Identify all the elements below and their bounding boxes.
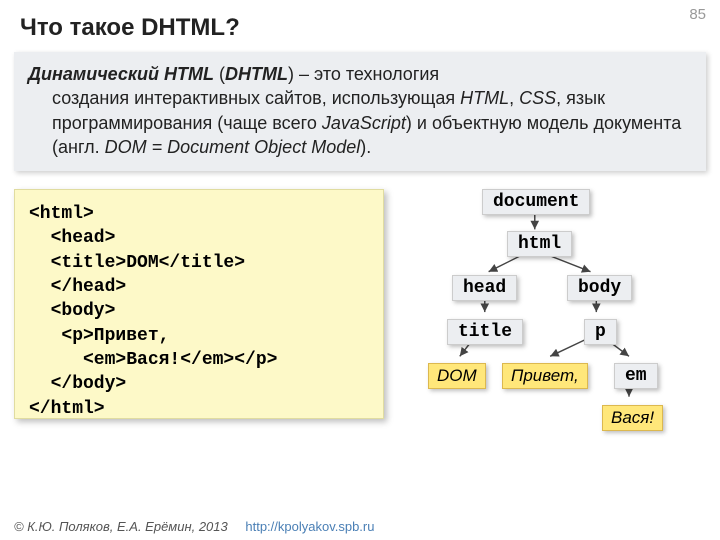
desc-paren: DHTML	[225, 64, 288, 84]
desc-text: ).	[360, 137, 371, 157]
desc-italic: HTML	[460, 88, 509, 108]
node-head: head	[452, 275, 517, 301]
footer-copyright: © К.Ю. Поляков, Е.А. Ерёмин, 2013	[14, 519, 228, 534]
desc-text: – это технология	[294, 64, 439, 84]
page-title: Что такое DHTML?	[0, 0, 720, 52]
description-box: Динамический HTML (DHTML) – это технолог…	[14, 52, 706, 171]
node-document: document	[482, 189, 590, 215]
node-title: title	[447, 319, 523, 345]
desc-text: ,	[509, 88, 519, 108]
desc-italic: DOM = Document Object Model	[105, 137, 361, 157]
page-number: 85	[689, 6, 706, 23]
node-em: em	[614, 363, 658, 389]
node-body: body	[567, 275, 632, 301]
desc-italic: CSS	[519, 88, 556, 108]
footer: © К.Ю. Поляков, Е.А. Ерёмин, 2013 http:/…	[14, 519, 374, 534]
node-p: p	[584, 319, 617, 345]
footer-url: http://kpolyakov.spb.ru	[245, 519, 374, 534]
desc-indent: создания интерактивных сайтов, использую…	[28, 86, 692, 159]
desc-text: создания интерактивных сайтов, использую…	[52, 88, 460, 108]
desc-italic: JavaScript	[322, 113, 406, 133]
dom-tree: document html head body title p DOM Прив…	[402, 189, 706, 439]
code-block: <html> <head> <title>DOM</title> </head>…	[14, 189, 384, 419]
leaf-vasya: Вася!	[602, 405, 663, 431]
node-html: html	[507, 231, 572, 257]
leaf-dom: DOM	[428, 363, 486, 389]
desc-lead: Динамический HTML	[28, 64, 214, 84]
leaf-hello: Привет,	[502, 363, 588, 389]
